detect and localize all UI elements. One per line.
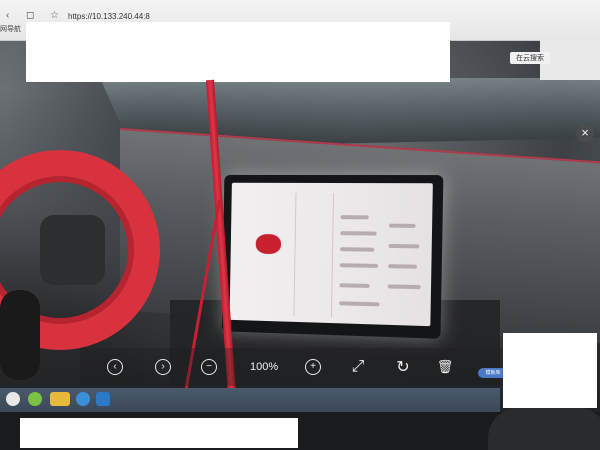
image-viewer-stage: ‹ ◻ ☆ https://10.133.240.44:8 网导航 在云搜索 ×… <box>0 0 600 450</box>
zoom-out-button[interactable]: − <box>196 354 222 380</box>
chevron-left-icon: ‹ <box>107 359 123 375</box>
car-touchscreen <box>221 174 444 339</box>
screen-row <box>388 264 417 269</box>
redaction-box-right <box>503 333 597 408</box>
back-icon: ‹ <box>6 10 10 21</box>
search-engine-chip: 在云搜索 <box>510 52 550 64</box>
screen-row <box>340 231 377 236</box>
mouse-device <box>488 408 600 450</box>
rotate-icon: ↻ <box>396 359 410 376</box>
gloved-hand <box>0 290 40 380</box>
redaction-box-top <box>26 22 450 82</box>
zoom-level: 100% <box>250 361 279 373</box>
zoom-in-icon: + <box>305 359 321 375</box>
screen-row <box>339 263 379 268</box>
next-image-button[interactable]: › <box>150 354 176 380</box>
zoom-out-icon: − <box>201 359 217 375</box>
car-touchscreen-display <box>229 182 433 327</box>
screen-car-graphic <box>255 234 282 255</box>
favorites-label: 网导航 <box>0 26 21 33</box>
cloud-app-icon[interactable] <box>76 392 90 406</box>
store-app-icon[interactable] <box>96 392 110 406</box>
fullscreen-icon: ⤢ <box>351 358 365 375</box>
screen-divider <box>293 192 297 316</box>
windows-taskbar <box>0 388 500 412</box>
browser-app-icon[interactable] <box>28 392 42 406</box>
redaction-box-bottom <box>20 418 298 448</box>
screen-divider <box>330 193 335 318</box>
chat-app-icon[interactable] <box>6 392 20 406</box>
delete-button[interactable]: 🗑 <box>432 354 458 380</box>
close-viewer-button[interactable]: × <box>576 124 594 142</box>
screen-row <box>387 284 421 290</box>
folder-app-icon[interactable] <box>50 392 70 406</box>
previous-image-button[interactable]: ‹ <box>102 354 128 380</box>
address-text: https://10.133.240.44:8 <box>68 12 150 21</box>
star-icon: ☆ <box>50 10 59 21</box>
screen-row <box>340 215 369 220</box>
screen-row <box>388 243 420 249</box>
fullscreen-button[interactable]: ⤢ <box>345 354 371 380</box>
screen-row <box>388 223 416 228</box>
screen-row <box>339 283 370 288</box>
steering-wheel-hub <box>40 215 105 285</box>
tabs-icon: ◻ <box>26 10 35 21</box>
zoom-in-button[interactable]: + <box>300 354 326 380</box>
trash-icon: 🗑 <box>436 359 454 374</box>
viewer-toolbar: ‹ › − 100% + ⤢ ↻ 🗑 模板库 <box>80 348 520 386</box>
screen-row <box>339 301 380 307</box>
chevron-right-icon: › <box>155 359 171 375</box>
screen-row <box>340 247 375 252</box>
rotate-button[interactable]: ↻ <box>390 354 416 380</box>
